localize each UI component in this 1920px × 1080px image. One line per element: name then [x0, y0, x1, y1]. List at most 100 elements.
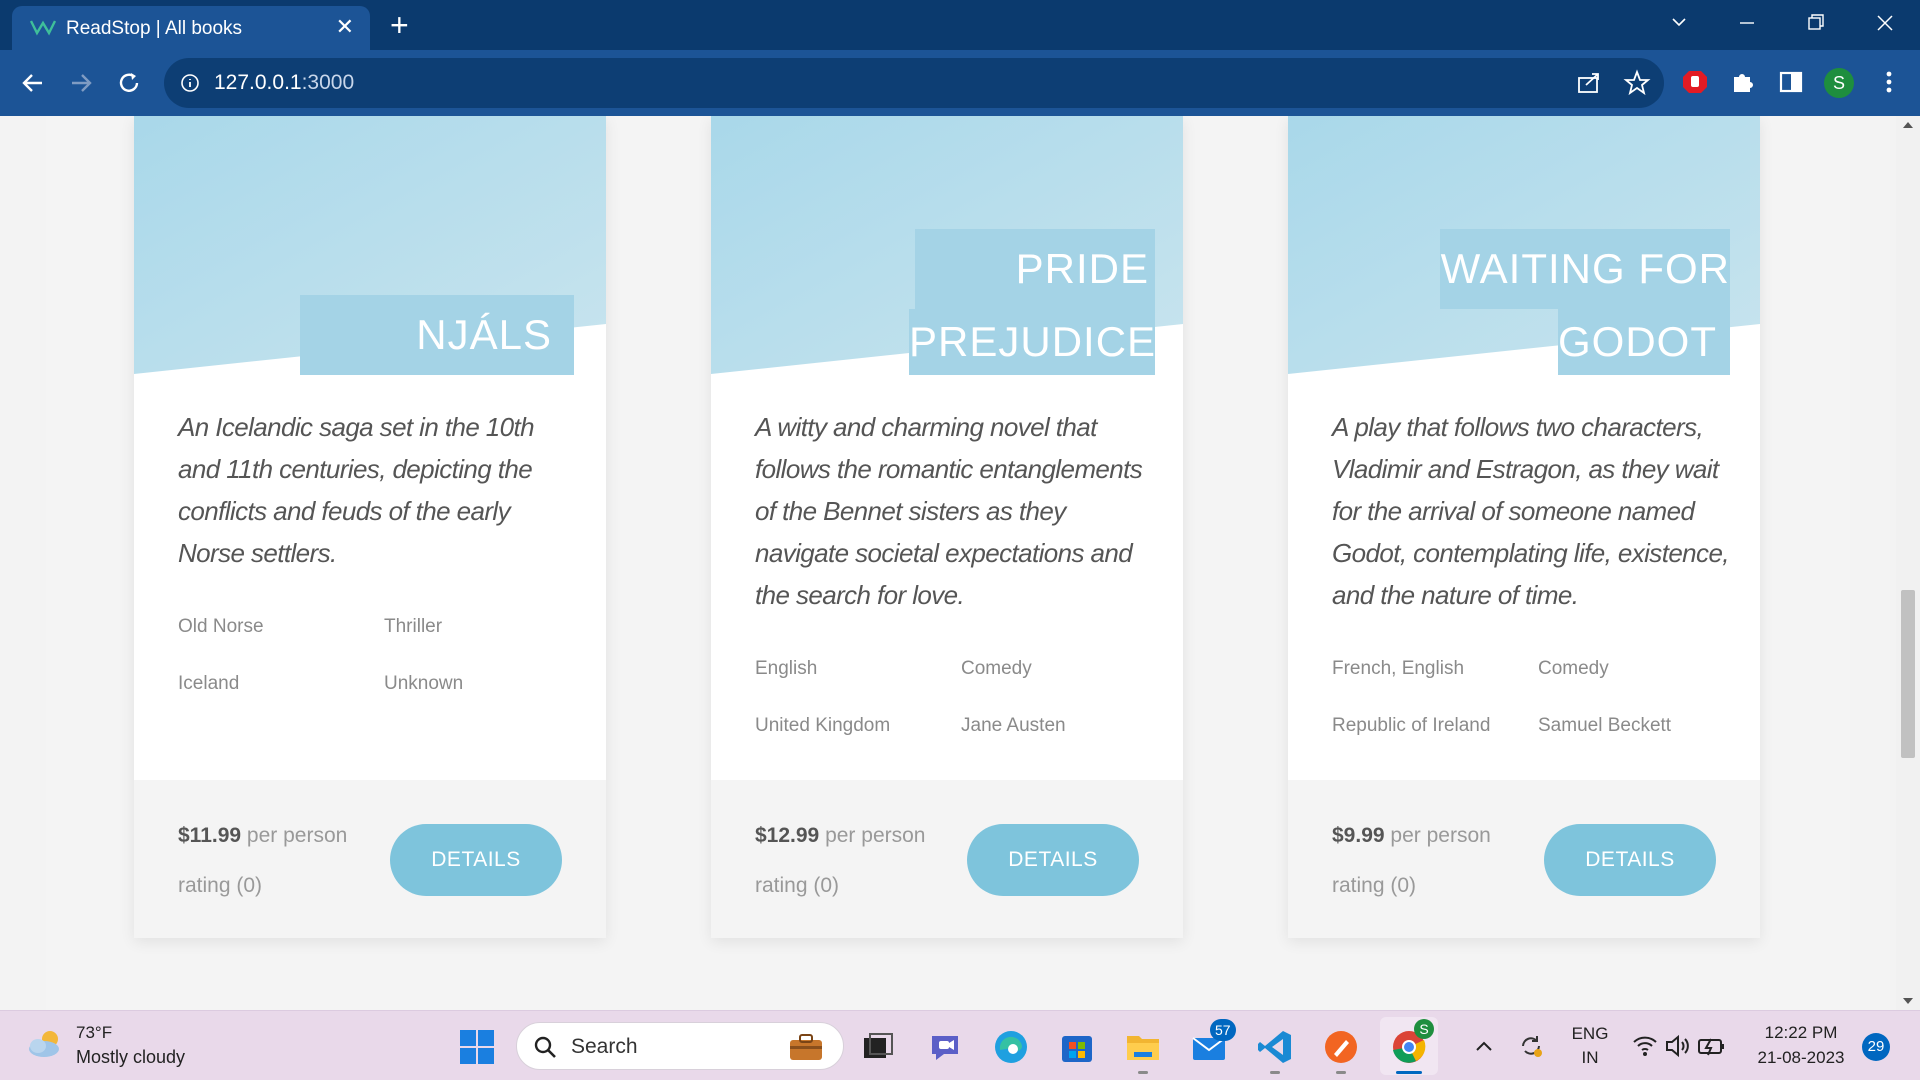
book-author: Unknown — [384, 673, 464, 694]
clock-time[interactable]: 12:22 PM — [1746, 1023, 1856, 1043]
card-footer: $11.99 per person rating (0) DETAILS — [134, 780, 606, 938]
browser-tab[interactable]: ReadStop | All books ✕ — [12, 6, 370, 50]
book-country: Republic of Ireland — [1332, 715, 1491, 736]
book-title-top: PRIDE AND — [915, 229, 1155, 372]
taskbar-search[interactable]: Search — [516, 1022, 844, 1070]
address-bar[interactable]: 127.0.0.1:3000 — [164, 58, 1664, 108]
windows-taskbar: 73°F Mostly cloudy Search 57 S ENG IN 12… — [0, 1010, 1920, 1080]
share-icon[interactable] — [1574, 68, 1604, 98]
book-author: Samuel Beckett — [1538, 715, 1672, 736]
book-rating: rating (0) — [755, 874, 840, 897]
notification-count-badge[interactable]: 29 — [1862, 1033, 1890, 1061]
books-content-area: NJÁLS SAGA An Icelandic saga set in the … — [46, 116, 1850, 1010]
forward-arrow-icon[interactable] — [66, 68, 96, 98]
battery-charging-icon[interactable] — [1696, 1033, 1726, 1059]
tab-title: ReadStop | All books — [66, 18, 243, 39]
url-port: :3000 — [301, 71, 355, 94]
task-view-icon[interactable] — [858, 1028, 896, 1066]
side-panel-icon[interactable] — [1776, 67, 1806, 97]
edge-browser-icon[interactable] — [992, 1028, 1030, 1066]
wifi-icon[interactable] — [1632, 1033, 1658, 1059]
drawing-app-icon[interactable] — [1322, 1028, 1360, 1066]
book-title: NJÁLS SAGA — [300, 295, 574, 438]
book-language: Old Norse — [178, 616, 264, 637]
book-rating: rating (0) — [178, 874, 263, 897]
tab-close-icon[interactable]: ✕ — [336, 15, 354, 39]
windows-start-icon[interactable] — [458, 1028, 496, 1066]
book-title-bottom: GODOT — [1558, 309, 1730, 375]
book-price: $11.99 — [178, 824, 242, 847]
chrome-profile-badge: S — [1414, 1019, 1434, 1039]
close-window-icon[interactable] — [1870, 10, 1900, 36]
sync-icon[interactable] — [1516, 1031, 1546, 1061]
restore-icon[interactable] — [1800, 10, 1830, 36]
profile-avatar[interactable]: S — [1824, 68, 1854, 98]
book-title-line: WAITING FOR — [1440, 245, 1730, 292]
weather-description: Mostly cloudy — [76, 1047, 186, 1067]
extensions-puzzle-icon[interactable] — [1728, 67, 1758, 97]
vscode-icon[interactable] — [1256, 1028, 1294, 1066]
details-button[interactable]: DETAILS — [1544, 824, 1716, 896]
browser-tab-strip: ReadStop | All books ✕ + — [0, 0, 1920, 50]
mail-unread-badge: 57 — [1210, 1019, 1236, 1041]
book-description: An Icelandic saga set in the 10th and 11… — [178, 412, 535, 568]
teams-chat-icon[interactable] — [926, 1028, 964, 1066]
extension-stop-icon[interactable] — [1680, 67, 1710, 97]
book-title-bottom: PREJUDICE — [909, 309, 1155, 375]
weather-temperature: 73°F — [76, 1023, 113, 1042]
explorer-running-indicator — [1138, 1071, 1148, 1074]
book-language: French, English — [1332, 658, 1465, 679]
card-footer: $9.99 per person rating (0) DETAILS — [1288, 780, 1760, 938]
readstop-logo-icon — [30, 20, 56, 36]
reload-icon[interactable] — [114, 68, 144, 98]
book-genre: Comedy — [961, 658, 1032, 679]
cloudy-weather-icon[interactable] — [26, 1027, 66, 1061]
vscode-running-indicator — [1270, 1071, 1280, 1074]
scroll-down-arrow-icon[interactable] — [1902, 996, 1914, 1006]
language-indicator-top[interactable]: ENG — [1568, 1024, 1612, 1044]
browser-toolbar: 127.0.0.1:3000 S — [0, 50, 1920, 116]
page-viewport: NJÁLS SAGA An Icelandic saga set in the … — [0, 116, 1920, 1010]
book-description: A witty and charming novel that follows … — [755, 412, 1143, 610]
scroll-up-arrow-icon[interactable] — [1902, 120, 1914, 130]
search-highlight-icon — [790, 1034, 822, 1060]
book-genre: Comedy — [1538, 658, 1609, 679]
book-price-line: $11.99 per person — [178, 824, 347, 848]
book-title-top: WAITING FOR — [1440, 229, 1730, 309]
site-info-icon[interactable] — [180, 73, 200, 93]
chrome-active-indicator — [1396, 1071, 1422, 1074]
search-label: Search — [571, 1035, 638, 1058]
volume-icon[interactable] — [1664, 1033, 1690, 1059]
language-indicator-bottom[interactable]: IN — [1568, 1048, 1612, 1068]
browser-menu-icon[interactable] — [1874, 67, 1904, 97]
url-text: 127.0.0.1:3000 — [214, 71, 354, 95]
new-tab-button[interactable]: + — [390, 8, 409, 42]
book-author: Jane Austen — [961, 715, 1066, 736]
drawing-running-indicator — [1336, 1071, 1346, 1074]
clock-date[interactable]: 21-08-2023 — [1746, 1048, 1856, 1068]
url-host: 127.0.0.1 — [214, 71, 302, 94]
search-icon — [534, 1036, 556, 1058]
microsoft-store-icon[interactable] — [1058, 1028, 1096, 1066]
price-unit: per person — [825, 824, 926, 847]
book-card: WAITING FOR GODOT A play that follows tw… — [1288, 116, 1760, 938]
book-country: Iceland — [178, 673, 240, 694]
details-button[interactable]: DETAILS — [967, 824, 1139, 896]
bookmark-star-icon[interactable] — [1622, 68, 1652, 98]
details-button[interactable]: DETAILS — [390, 824, 562, 896]
book-rating: rating (0) — [1332, 874, 1417, 897]
book-card: NJÁLS SAGA An Icelandic saga set in the … — [134, 116, 606, 938]
book-genre: Thriller — [384, 616, 443, 637]
show-hidden-icons-chevron-icon[interactable] — [1470, 1033, 1498, 1061]
tab-search-chevron-icon[interactable] — [1664, 10, 1694, 36]
book-language: English — [755, 658, 818, 679]
book-country: United Kingdom — [755, 715, 891, 736]
book-price-line: $12.99 per person — [755, 824, 925, 848]
file-explorer-icon[interactable] — [1124, 1028, 1162, 1066]
back-arrow-icon[interactable] — [18, 68, 48, 98]
minimize-icon[interactable] — [1732, 10, 1762, 36]
book-price: $9.99 — [1332, 824, 1385, 847]
scrollbar-thumb[interactable] — [1901, 590, 1915, 758]
page-scrollbar[interactable] — [1896, 116, 1920, 1010]
card-footer: $12.99 per person rating (0) DETAILS — [711, 780, 1183, 938]
